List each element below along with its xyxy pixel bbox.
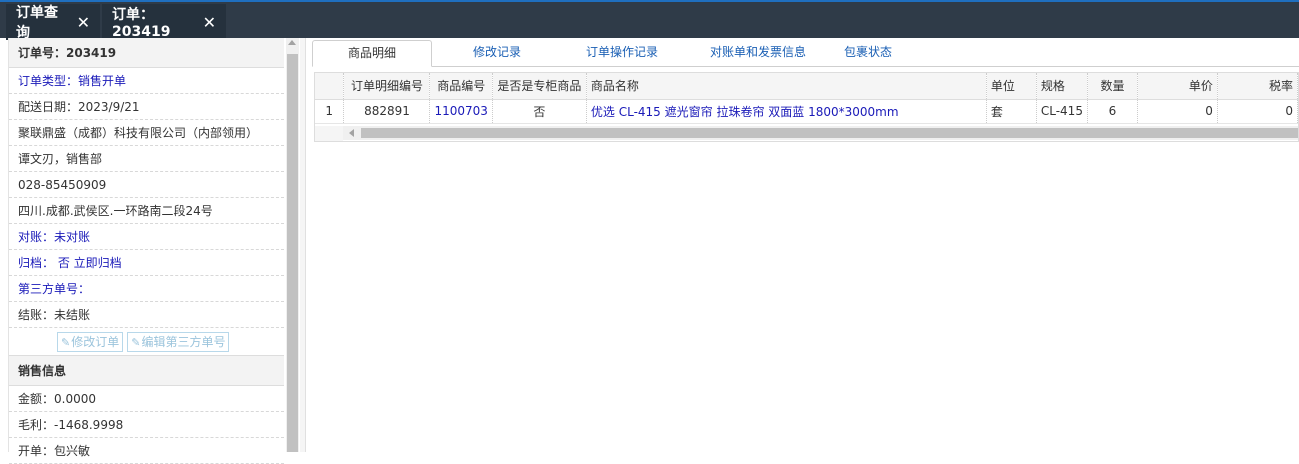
tab-order-query[interactable]: 订单查询 ✕: [6, 4, 100, 41]
tab-modify-records[interactable]: 修改记录: [442, 40, 552, 67]
archive-status[interactable]: 归档： 否 立即归档: [9, 250, 284, 276]
column-header[interactable]: 单位: [986, 73, 1037, 100]
tax-rate-cell: 0: [1217, 99, 1299, 124]
phone-number: 028-85450909: [9, 172, 284, 198]
product-code-link[interactable]: 1100703: [429, 99, 493, 124]
order-type[interactable]: 订单类型：销售开单: [9, 68, 284, 94]
created-by: 开单：包兴敏: [9, 438, 284, 464]
column-header[interactable]: 是否是专柜商品: [492, 73, 587, 100]
table-horizontal-scrollbar[interactable]: [343, 126, 1298, 140]
row-index: 1: [315, 99, 345, 124]
spec-cell: CL-415: [1036, 99, 1088, 124]
column-header[interactable]: 税率: [1217, 73, 1299, 100]
product-table: 订单明细编号 商品编号 是否是专柜商品 商品名称 单位 规格 数量 单价 税率 …: [314, 72, 1299, 142]
detail-id-cell: 882891: [343, 99, 431, 124]
edit-order-button[interactable]: ✎修改订单: [57, 331, 124, 352]
column-header[interactable]: 规格: [1036, 73, 1088, 100]
quantity-cell: 6: [1087, 99, 1138, 124]
address: 四川.成都.武侯区.一环路南二段24号: [9, 198, 284, 224]
tab-product-details[interactable]: 商品明细: [312, 40, 432, 67]
tab-package-status[interactable]: 包裹状态: [828, 40, 908, 67]
edit-order-label: 修改订单: [71, 334, 120, 349]
column-header[interactable]: 数量: [1087, 73, 1138, 100]
grid-corner: [315, 126, 343, 141]
counter-product-cell: 否: [492, 99, 587, 124]
delivery-date: 配送日期：2023/9/21: [9, 94, 284, 120]
close-icon[interactable]: ✕: [77, 13, 90, 32]
close-icon[interactable]: ✕: [203, 13, 216, 32]
scroll-up-icon[interactable]: [288, 40, 296, 45]
tab-statement-invoice[interactable]: 对账单和发票信息: [688, 40, 828, 67]
product-name-link[interactable]: 优选 CL-415 遮光窗帘 拉珠卷帘 双面蓝 1800*3000mm: [586, 99, 987, 124]
contact-person: 谭文刃，销售部: [9, 146, 284, 172]
settlement-status: 结账：未结账: [9, 302, 284, 328]
column-header[interactable]: 单价: [1137, 73, 1218, 100]
tab-order-detail[interactable]: 订单：203419 ✕: [102, 4, 226, 40]
column-header[interactable]: 商品编号: [429, 73, 493, 100]
table-row[interactable]: 1 882891 1100703 否 优选 CL-415 遮光窗帘 拉珠卷帘 双…: [315, 99, 1299, 124]
edit-icon: ✎: [131, 335, 141, 349]
scroll-left-icon[interactable]: [349, 129, 354, 137]
sales-amount: 金额：0.0000: [9, 386, 284, 412]
top-tab-bar: 订单查询 ✕ 订单：203419 ✕: [0, 0, 1299, 41]
tab-order-query-label: 订单查询: [16, 5, 58, 41]
edit-icon: ✎: [61, 335, 71, 349]
column-header[interactable]: 订单明细编号: [343, 73, 431, 100]
unit-cell: 套: [986, 99, 1037, 124]
third-party-number[interactable]: 第三方单号：: [9, 276, 284, 302]
column-header: [315, 73, 345, 100]
sales-info-heading: 销售信息: [9, 356, 284, 386]
column-header[interactable]: 商品名称: [586, 73, 987, 100]
tab-operation-records[interactable]: 订单操作记录: [562, 40, 682, 67]
tab-order-detail-label: 订单：203419: [112, 7, 171, 40]
panel-splitter[interactable]: [300, 38, 306, 452]
edit-third-party-button[interactable]: ✎编辑第三方单号: [127, 331, 230, 352]
scrollbar-thumb[interactable]: [361, 128, 1298, 138]
detail-tabs: 商品明细 修改记录 订单操作记录 对账单和发票信息 包裹状态: [312, 40, 1299, 67]
order-actions: ✎修改订单 ✎编辑第三方单号: [9, 328, 284, 356]
order-number: 订单号：203419: [9, 38, 284, 68]
edit-third-party-label: 编辑第三方单号: [141, 334, 226, 349]
gross-profit: 毛利：-1468.9998: [9, 412, 284, 438]
scrollbar-thumb[interactable]: [287, 54, 298, 452]
left-panel-scrollbar[interactable]: [286, 38, 299, 452]
reconcile-status[interactable]: 对账：未对账: [9, 224, 284, 250]
unit-price-cell: 0: [1137, 99, 1218, 124]
order-info-panel: 订单号：203419 订单类型：销售开单 配送日期：2023/9/21 聚联鼎盛…: [8, 38, 284, 464]
table-header-row: 订单明细编号 商品编号 是否是专柜商品 商品名称 单位 规格 数量 单价 税率: [315, 73, 1299, 100]
company-name: 聚联鼎盛（成都）科技有限公司（内部领用）: [9, 120, 284, 146]
